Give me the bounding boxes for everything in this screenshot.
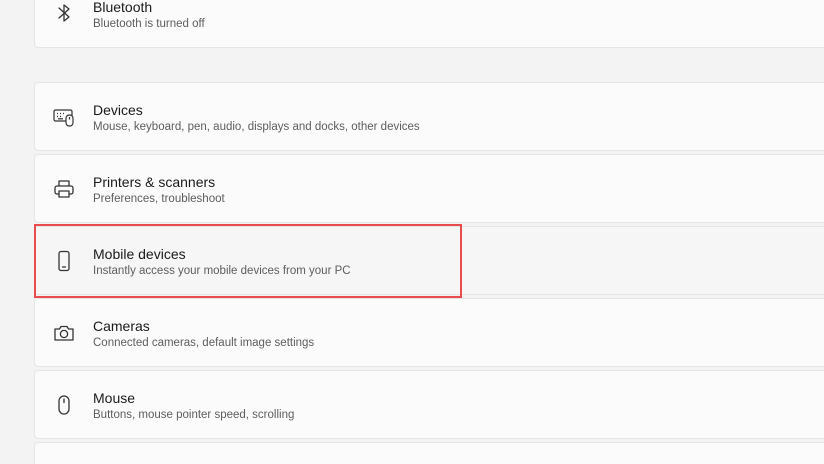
- settings-item-mouse[interactable]: Mouse Buttons, mouse pointer speed, scro…: [34, 370, 824, 439]
- settings-item-title: Bluetooth: [93, 0, 153, 15]
- printer-icon: [52, 177, 76, 201]
- mouse-icon: [52, 393, 76, 417]
- mobile-phone-icon: [52, 249, 76, 273]
- settings-item-bluetooth[interactable]: Bluetooth Bluetooth is turned off: [34, 0, 824, 48]
- settings-item-devices[interactable]: Devices Mouse, keyboard, pen, audio, dis…: [34, 82, 824, 151]
- settings-item-subtitle: Connected cameras, default image setting…: [93, 337, 315, 349]
- settings-item-printers-scanners[interactable]: Printers & scanners Preferences, trouble…: [34, 154, 824, 223]
- bluetooth-icon: [52, 1, 76, 25]
- settings-item-subtitle: Buttons, mouse pointer speed, scrolling: [93, 409, 295, 421]
- camera-icon: [52, 321, 76, 345]
- settings-item-title: Cameras: [93, 318, 150, 334]
- settings-bluetooth-devices-page: Bluetooth Bluetooth is turned off Device…: [0, 0, 824, 464]
- settings-item-mobile-devices[interactable]: Mobile devices Instantly access your mob…: [34, 226, 824, 295]
- settings-item-subtitle: Preferences, troubleshoot: [93, 193, 225, 205]
- settings-item-title: Printers & scanners: [93, 174, 216, 190]
- settings-item-title: Mobile devices: [93, 246, 186, 262]
- settings-item-partial[interactable]: [34, 442, 824, 464]
- settings-item-title: Devices: [93, 102, 143, 118]
- settings-item-cameras[interactable]: Cameras Connected cameras, default image…: [34, 298, 824, 367]
- devices-icon: [52, 105, 76, 129]
- settings-item-title: Mouse: [93, 390, 136, 406]
- settings-item-subtitle: Bluetooth is turned off: [93, 18, 205, 30]
- settings-item-subtitle: Instantly access your mobile devices fro…: [93, 265, 351, 277]
- settings-item-subtitle: Mouse, keyboard, pen, audio, displays an…: [93, 121, 420, 133]
